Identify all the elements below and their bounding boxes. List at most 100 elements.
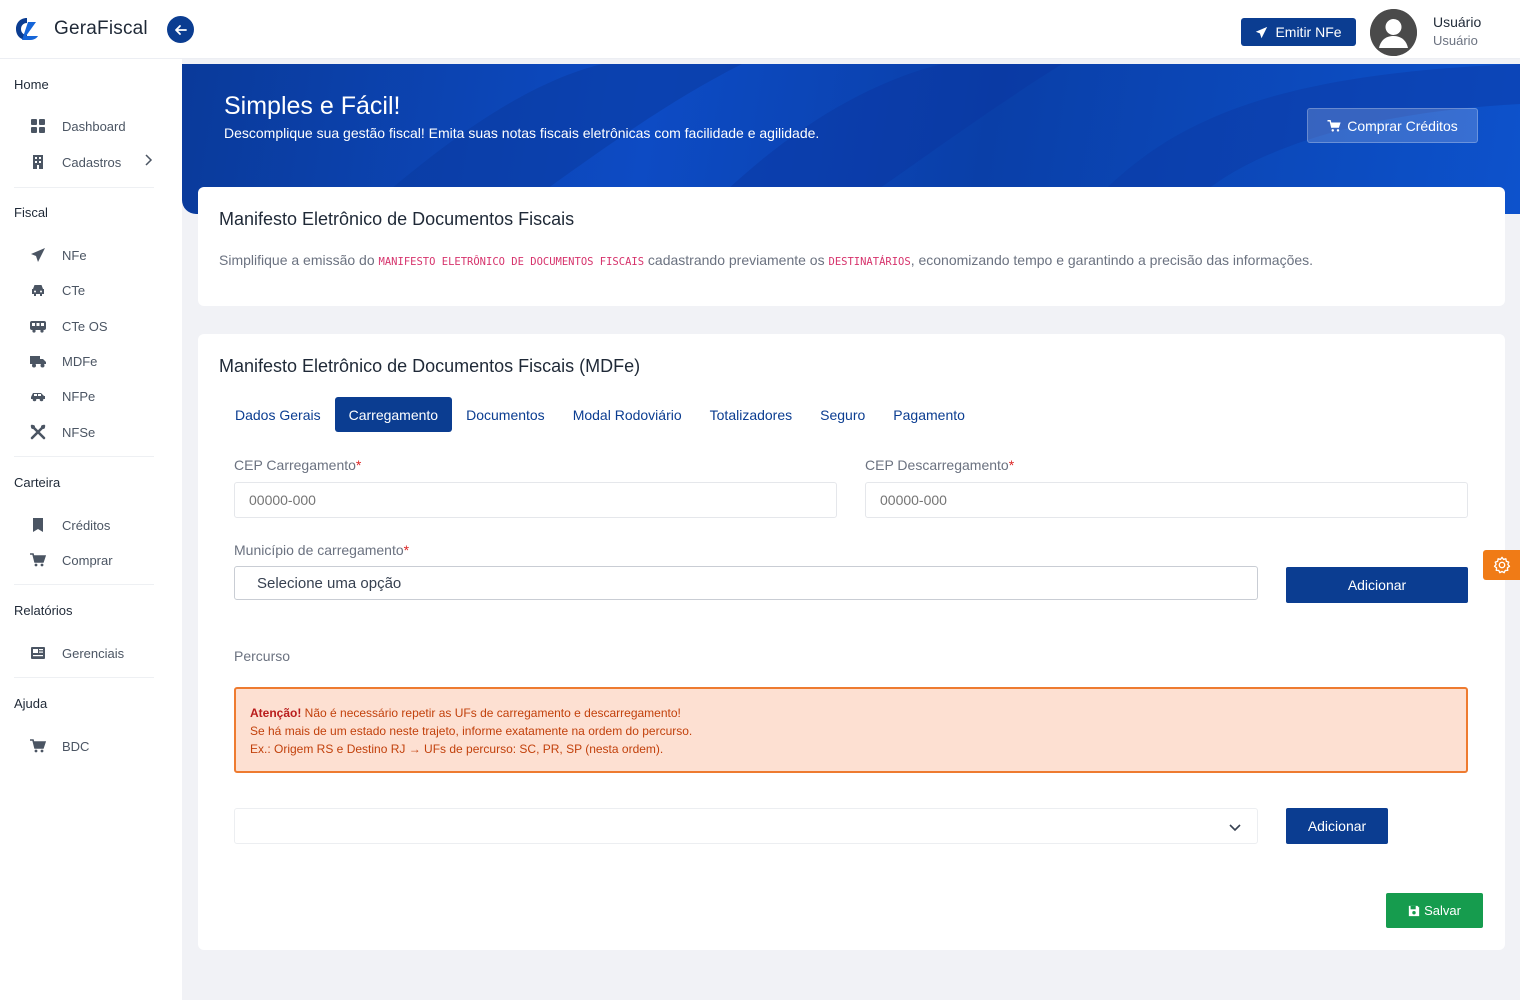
user-avatar-icon xyxy=(1370,9,1417,56)
cart-icon xyxy=(30,738,46,754)
sidebar-divider xyxy=(14,456,154,457)
add-municipio-button[interactable]: Adicionar xyxy=(1286,567,1468,603)
cep-descarregamento-input[interactable] xyxy=(865,482,1468,518)
sidebar-item-label: BDC xyxy=(62,738,90,754)
sidebar: Home Dashboard Cadastros Fiscal NFe CTe … xyxy=(0,59,182,1000)
tab-documentos[interactable]: Documentos xyxy=(452,397,559,432)
uf-percurso-select[interactable] xyxy=(234,808,1258,844)
sidebar-item-cadastros[interactable]: Cadastros xyxy=(30,154,160,170)
percurso-label: Percurso xyxy=(234,648,291,664)
sidebar-item-label: Gerenciais xyxy=(62,645,125,661)
user-name: Usuário xyxy=(1433,14,1482,30)
municipio-select[interactable]: Selecione uma opção xyxy=(234,566,1258,600)
cep-carregamento-label: CEP Carregamento* xyxy=(234,457,361,473)
intro-text: , economizando tempo e garantindo a prec… xyxy=(910,252,1314,268)
emit-nfe-label: Emitir NFe xyxy=(1275,24,1342,40)
sidebar-item-bdc[interactable]: BDC xyxy=(30,738,160,754)
save-button[interactable]: Salvar xyxy=(1386,893,1483,928)
gear-icon xyxy=(1493,556,1510,574)
sidebar-divider xyxy=(14,677,154,678)
sidebar-item-label: NFSe xyxy=(62,424,96,440)
chevron-down-icon xyxy=(1229,824,1241,832)
floppy-disk-icon xyxy=(1408,905,1420,916)
brand-name: GeraFiscal xyxy=(54,18,148,39)
save-label: Salvar xyxy=(1424,903,1461,918)
sidebar-item-label: MDFe xyxy=(62,353,98,369)
sidebar-item-label: NFe xyxy=(62,247,87,263)
paper-plane-icon xyxy=(1256,26,1268,38)
sidebar-item-mdfe[interactable]: MDFe xyxy=(30,353,160,369)
cep-carregamento-input[interactable] xyxy=(234,482,837,518)
sidebar-item-label: Cadastros xyxy=(62,154,122,170)
banner-title: Simples e Fácil! xyxy=(224,92,401,120)
intro-title: Manifesto Eletrônico de Documentos Fisca… xyxy=(219,209,575,229)
arrow-left-icon xyxy=(174,24,187,35)
sidebar-item-label: CTe OS xyxy=(62,318,108,334)
required-marker: * xyxy=(1008,457,1015,473)
sidebar-item-label: Dashboard xyxy=(62,118,126,134)
truck-icon xyxy=(30,353,46,369)
banner-subtitle: Descomplique sua gestão fiscal! Emita su… xyxy=(224,125,820,141)
settings-float-button[interactable] xyxy=(1483,550,1520,580)
sidebar-section-carteira: Carteira xyxy=(14,475,61,490)
building-icon xyxy=(30,154,46,170)
sidebar-item-comprar[interactable]: Comprar xyxy=(30,552,160,568)
required-marker: * xyxy=(403,542,410,558)
bus-icon xyxy=(30,318,46,334)
intro-text: cadastrando previamente os xyxy=(644,252,829,268)
tab-pagamento[interactable]: Pagamento xyxy=(879,397,979,432)
label-text: CEP Carregamento xyxy=(234,457,356,473)
intro-description: Simplifique a emissão do MANIFESTO ELETR… xyxy=(219,252,1313,268)
sidebar-item-nfse[interactable]: NFSe xyxy=(30,424,160,440)
sidebar-item-creditos[interactable]: Créditos xyxy=(30,517,160,533)
tab-seguro[interactable]: Seguro xyxy=(806,397,879,432)
avatar[interactable] xyxy=(1370,9,1417,56)
dashboard-icon xyxy=(30,118,46,134)
buy-credits-button[interactable]: Comprar Créditos xyxy=(1307,108,1478,143)
mdfe-form-card: Manifesto Eletrônico de Documentos Fisca… xyxy=(198,334,1505,950)
intro-code: MANIFESTO ELETRÔNICO DE DOCUMENTOS FISCA… xyxy=(378,256,645,268)
buy-credits-label: Comprar Créditos xyxy=(1347,117,1458,134)
cep-descarregamento-label: CEP Descarregamento* xyxy=(865,457,1014,473)
sidebar-item-nfpe[interactable]: NFPe xyxy=(30,388,160,404)
sidebar-item-label: CTe xyxy=(62,282,86,298)
tab-dados-gerais[interactable]: Dados Gerais xyxy=(221,397,335,432)
car-icon xyxy=(30,282,46,298)
intro-card: Manifesto Eletrônico de Documentos Fisca… xyxy=(198,187,1505,306)
sidebar-item-cte-os[interactable]: CTe OS xyxy=(30,318,160,334)
brand[interactable]: GeraFiscal xyxy=(14,16,148,42)
label-text: Município de carregamento xyxy=(234,542,404,558)
sidebar-item-nfe[interactable]: NFe xyxy=(30,247,160,263)
tab-totalizadores[interactable]: Totalizadores xyxy=(696,397,807,432)
alert-line: Se há mais de um estado neste trajeto, i… xyxy=(250,724,693,738)
emit-nfe-button[interactable]: Emitir NFe xyxy=(1241,18,1356,46)
sidebar-item-label: NFPe xyxy=(62,388,96,404)
alert-strong: Atenção! xyxy=(250,706,302,720)
percurso-alert: Atenção! Não é necessário repetir as UFs… xyxy=(234,687,1468,773)
cart-icon xyxy=(30,552,46,568)
sidebar-section-ajuda: Ajuda xyxy=(14,696,48,711)
form-tabs: Dados Gerais Carregamento Documentos Mod… xyxy=(221,397,979,432)
tab-carregamento[interactable]: Carregamento xyxy=(334,397,453,432)
sidebar-divider xyxy=(14,584,154,585)
chevron-right-icon[interactable] xyxy=(143,153,153,170)
sidebar-item-gerenciais[interactable]: Gerenciais xyxy=(30,645,160,661)
alert-line: Atenção! Não é necessário repetir as UFs… xyxy=(250,704,1452,722)
sidebar-divider xyxy=(14,187,154,188)
sidebar-item-dashboard[interactable]: Dashboard xyxy=(30,118,160,134)
car-side-icon xyxy=(30,388,46,404)
alert-line: Ex.: Origem RS e Destino RJ → UFs de per… xyxy=(250,742,664,756)
user-role: Usuário xyxy=(1433,33,1478,48)
tab-modal-rodoviario[interactable]: Modal Rodoviário xyxy=(559,397,696,432)
alert-text: Não é necessário repetir as UFs de carre… xyxy=(301,706,681,720)
add-percurso-button[interactable]: Adicionar xyxy=(1286,808,1388,844)
sidebar-item-label: Comprar xyxy=(62,552,113,568)
municipio-label: Município de carregamento* xyxy=(234,542,409,558)
required-marker: * xyxy=(355,457,362,473)
intro-text: Simplifique a emissão do xyxy=(219,252,379,268)
top-bar: GeraFiscal Emitir NFe Usuário Usuário xyxy=(0,0,1520,59)
sidebar-item-cte[interactable]: CTe xyxy=(30,282,160,298)
sidebar-section-fiscal: Fiscal xyxy=(14,205,48,220)
collapse-sidebar-button[interactable] xyxy=(167,16,194,43)
form-title: Manifesto Eletrônico de Documentos Fisca… xyxy=(219,356,641,376)
